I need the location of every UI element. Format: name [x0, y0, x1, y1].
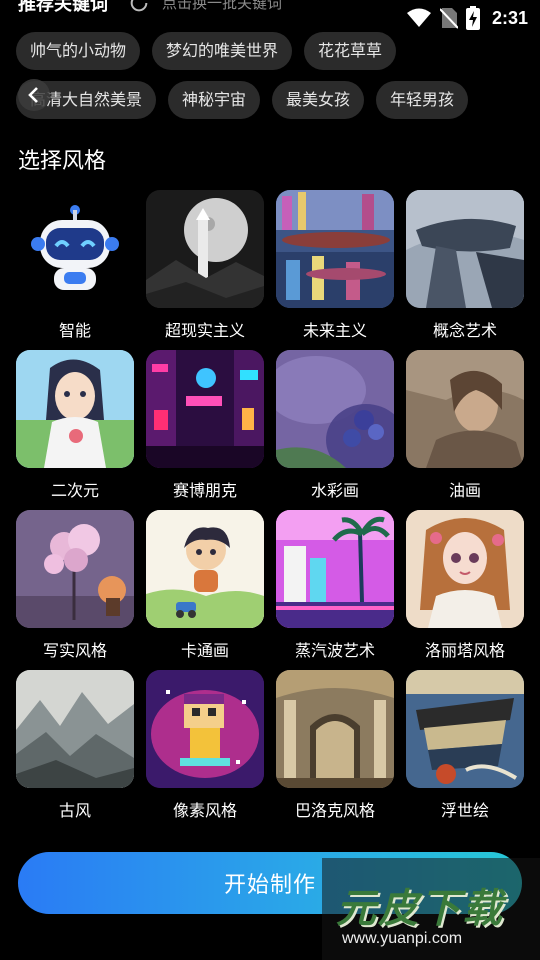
- style-card-lolita[interactable]: 洛丽塔风格: [406, 510, 524, 660]
- surrealism-image: [146, 190, 264, 308]
- wifi-icon: [406, 8, 431, 27]
- style-card-pixel[interactable]: 像素风格: [146, 670, 264, 820]
- anime-image: [16, 350, 134, 468]
- system-status-icons: 2:31: [406, 6, 528, 30]
- style-label: 赛博朋克: [172, 481, 237, 500]
- style-card-surrealism[interactable]: 超现实主义: [146, 190, 264, 340]
- section-title-style: 选择风格: [18, 149, 107, 174]
- robot-icon: [16, 190, 134, 308]
- start-creating-label: 开始制作: [223, 873, 316, 898]
- keyword-row-1: 帅气的小动物 梦幻的唯美世界 花花草草: [16, 32, 540, 70]
- watercolor-image: [276, 350, 394, 468]
- ukiyoe-image: [406, 670, 524, 788]
- keyword-chip[interactable]: 年轻男孩: [376, 81, 469, 119]
- ancient-style-image: [16, 670, 134, 788]
- style-card-vaporwave[interactable]: 蒸汽波艺术: [276, 510, 394, 660]
- style-label: 浮世绘: [440, 801, 489, 820]
- style-card-baroque[interactable]: 巴洛克风格: [276, 670, 394, 820]
- style-label: 超现实主义: [164, 321, 245, 340]
- style-card-concept-art[interactable]: 概念艺术: [406, 190, 524, 340]
- style-label: 油画: [448, 481, 481, 500]
- keyword-row-2: 高清大自然美景 神秘宇宙 最美女孩 年轻男孩: [16, 81, 540, 119]
- style-label: 写实风格: [42, 641, 107, 660]
- keyword-chip[interactable]: 最美女孩: [272, 81, 365, 119]
- concept-art-image: [406, 190, 524, 308]
- vaporwave-image: [276, 510, 394, 628]
- status-bar: 推荐关键词 点击换一批关键词 2:31: [0, 0, 540, 36]
- style-card-cartoon[interactable]: 卡通画: [146, 510, 264, 660]
- style-label: 二次元: [50, 481, 99, 500]
- watermark-url: www.yuanpi.com: [342, 930, 463, 947]
- no-sim-icon: [439, 8, 458, 29]
- style-label: 巴洛克风格: [294, 801, 375, 820]
- style-card-cyberpunk[interactable]: 赛博朋克: [146, 350, 264, 500]
- recommend-keywords-title: 推荐关键词: [18, 0, 108, 15]
- style-label: 蒸汽波艺术: [294, 641, 375, 660]
- style-label: 卡通画: [180, 641, 229, 660]
- style-card-oil-painting[interactable]: 油画: [406, 350, 524, 500]
- cartoon-image: [146, 510, 264, 628]
- baroque-image: [276, 670, 394, 788]
- style-label: 水彩画: [310, 481, 359, 500]
- oil-painting-image: [406, 350, 524, 468]
- style-label: 概念艺术: [432, 321, 497, 340]
- chevron-left-icon: [28, 87, 38, 103]
- keyword-chip[interactable]: 神秘宇宙: [168, 81, 261, 119]
- lolita-image: [406, 510, 524, 628]
- refresh-icon[interactable]: [128, 0, 150, 14]
- back-button[interactable]: [18, 79, 50, 111]
- watermark-logo: 元皮下载: [336, 886, 504, 932]
- style-card-realistic[interactable]: 写实风格: [16, 510, 134, 660]
- battery-charging-icon: [465, 6, 480, 30]
- keyword-chip[interactable]: 花花草草: [304, 32, 397, 70]
- futurism-image: [276, 190, 394, 308]
- style-label: 洛丽塔风格: [424, 641, 505, 660]
- cyberpunk-image: [146, 350, 264, 468]
- style-label: 像素风格: [172, 801, 237, 820]
- pixel-image: [146, 670, 264, 788]
- style-card-futurism[interactable]: 未来主义: [276, 190, 394, 340]
- refresh-keywords-link[interactable]: 点击换一批关键词: [162, 0, 282, 13]
- style-card-anime[interactable]: 二次元: [16, 350, 134, 500]
- style-label: 古风: [58, 801, 91, 820]
- style-label: 智能: [58, 321, 91, 340]
- watermark: 元皮下载 www.yuanpi.com: [322, 858, 540, 960]
- realistic-image: [16, 510, 134, 628]
- style-card-watercolor[interactable]: 水彩画: [276, 350, 394, 500]
- clock: 2:31: [491, 7, 528, 28]
- keyword-chip[interactable]: 帅气的小动物: [16, 32, 141, 70]
- style-card-smart[interactable]: 智能: [16, 190, 134, 340]
- style-label: 未来主义: [302, 321, 367, 340]
- keyword-chip[interactable]: 梦幻的唯美世界: [152, 32, 293, 70]
- style-card-ukiyoe[interactable]: 浮世绘: [406, 670, 524, 820]
- style-card-ancient-style[interactable]: 古风: [16, 670, 134, 820]
